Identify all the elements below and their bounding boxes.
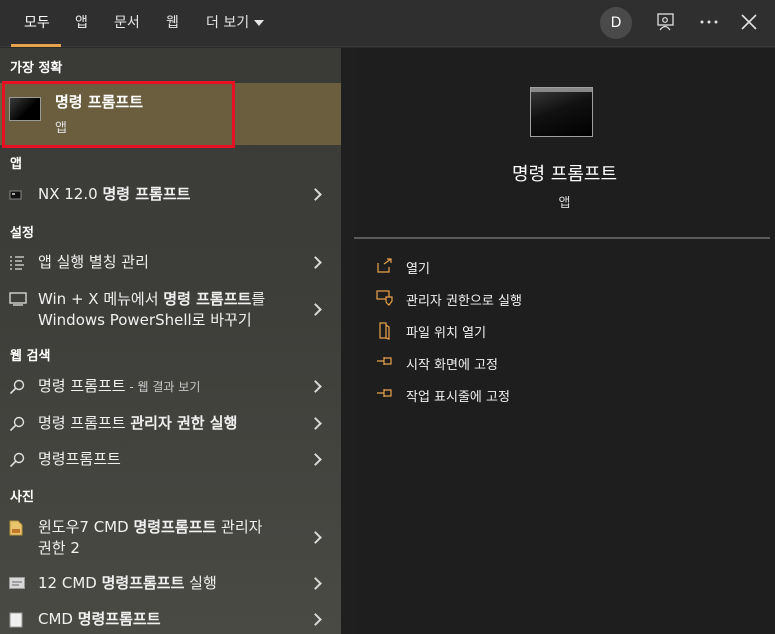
list-item[interactable]: 명령 프롬프트 관리자 권한 실행 [0, 413, 341, 435]
action-label: 작업 표시줄에 고정 [406, 390, 510, 405]
item-prefix: NX 12.0 [38, 185, 103, 203]
chevron-right-icon [309, 380, 322, 393]
search-icon [9, 416, 25, 432]
chevron-right-icon [309, 531, 322, 544]
list-item[interactable]: 윈도우7 CMD 명령프롬프트 관리자 권한 2 [0, 517, 341, 559]
chevron-right-icon [309, 453, 322, 466]
item-label-line2: Windows PowerShell로 바꾸기 [38, 311, 252, 329]
more-options-icon[interactable] [699, 19, 719, 25]
shield-icon [376, 290, 393, 306]
item-suffix: 실행 [184, 574, 217, 592]
action-label: 시작 화면에 고정 [406, 358, 498, 373]
item-prefix: Win + X 메뉴에서 [38, 290, 164, 308]
detail-subtitle: 앱 [558, 196, 571, 211]
item-label: 명령 프롬프트 [38, 414, 131, 432]
item-prefix: CMD [38, 610, 78, 628]
tab-web[interactable]: 웹 [166, 12, 179, 32]
preview-titlebar [531, 88, 592, 92]
avatar[interactable]: D [600, 7, 632, 39]
list-item[interactable]: CMD 명령프롬프트 [0, 609, 341, 631]
chevron-right-icon [309, 188, 322, 201]
action-label: 관리자 권한으로 실행 [406, 294, 522, 309]
image-file-icon [9, 577, 25, 589]
item-suffix: 관리자 [216, 518, 263, 536]
search-icon [9, 452, 25, 468]
best-match-title: 명령 프롬프트 [55, 93, 144, 111]
pin-icon [377, 357, 392, 365]
item-match: 명령프롬프트 [101, 574, 185, 592]
image-file-icon [9, 520, 23, 536]
chevron-right-icon [309, 256, 322, 269]
apps-header: 앱 [10, 157, 22, 172]
terminal-icon [9, 190, 22, 200]
tab-more-label: 더 보기 [206, 15, 250, 31]
item-label: 앱 실행 별칭 관리 [38, 253, 149, 271]
close-icon[interactable] [741, 14, 757, 30]
item-match: 명령프롬프트 [77, 610, 161, 628]
item-label: 명령프롬프트 [38, 450, 121, 468]
list-item[interactable]: 앱 실행 별칭 관리 [0, 252, 341, 274]
best-match-subtitle: 앱 [55, 121, 67, 136]
chevron-right-icon [309, 303, 322, 316]
tab-documents[interactable]: 문서 [114, 12, 140, 32]
item-prefix: 12 CMD [38, 574, 102, 592]
item-label-line2: 권한 2 [38, 539, 80, 557]
item-label: 명령 프롬프트 [38, 377, 126, 395]
chevron-right-icon [309, 577, 322, 590]
image-file-icon [9, 612, 23, 628]
tab-apps[interactable]: 앱 [75, 12, 88, 32]
item-match: 명령프롬프트 [133, 518, 217, 536]
display-icon [9, 292, 27, 306]
command-prompt-preview [530, 87, 593, 137]
chevron-right-icon [309, 613, 322, 626]
settings-header: 설정 [10, 226, 34, 241]
item-match: 명령 프롬프트 [102, 185, 191, 203]
search-icon [9, 379, 25, 395]
pin-icon [377, 389, 392, 397]
open-external-icon [377, 258, 392, 273]
folder-icon [379, 322, 390, 340]
action-label: 파일 위치 열기 [406, 326, 487, 341]
list-settings-icon [10, 256, 24, 270]
divider [354, 237, 770, 239]
list-item[interactable]: 명령프롬프트 [0, 449, 341, 471]
chevron-down-icon [254, 20, 265, 26]
best-match-header: 가장 정확 [10, 61, 63, 76]
list-item[interactable]: 명령 프롬프트 - 웹 결과 보기 [0, 376, 341, 398]
item-suffix: 를 [251, 290, 266, 308]
item-suffix: - 웹 결과 보기 [125, 380, 201, 394]
search-filter-bar: 모두 앱 문서 웹 더 보기 D [0, 0, 775, 47]
list-item[interactable]: 12 CMD 명령프롬프트 실행 [0, 573, 341, 595]
command-prompt-thumbnail [9, 97, 41, 121]
item-match: 관리자 권한 실행 [130, 414, 238, 432]
item-prefix: 윈도우7 CMD [38, 518, 134, 536]
list-item[interactable]: Win + X 메뉴에서 명령 프롬프트를 Windows PowerShell… [0, 289, 341, 331]
photos-header: 사진 [10, 490, 34, 505]
detail-title: 명령 프롬프트 [511, 164, 618, 185]
web-search-header: 웹 검색 [10, 349, 51, 364]
tab-all[interactable]: 모두 [24, 12, 50, 32]
chevron-right-icon [309, 417, 322, 430]
action-label: 열기 [406, 262, 430, 277]
item-match: 명령 프롬프트 [163, 290, 252, 308]
active-tab-indicator [11, 44, 61, 47]
list-item[interactable]: NX 12.0 명령 프롬프트 [0, 184, 341, 206]
tab-more[interactable]: 더 보기 [206, 12, 265, 32]
feedback-icon[interactable] [656, 12, 676, 32]
